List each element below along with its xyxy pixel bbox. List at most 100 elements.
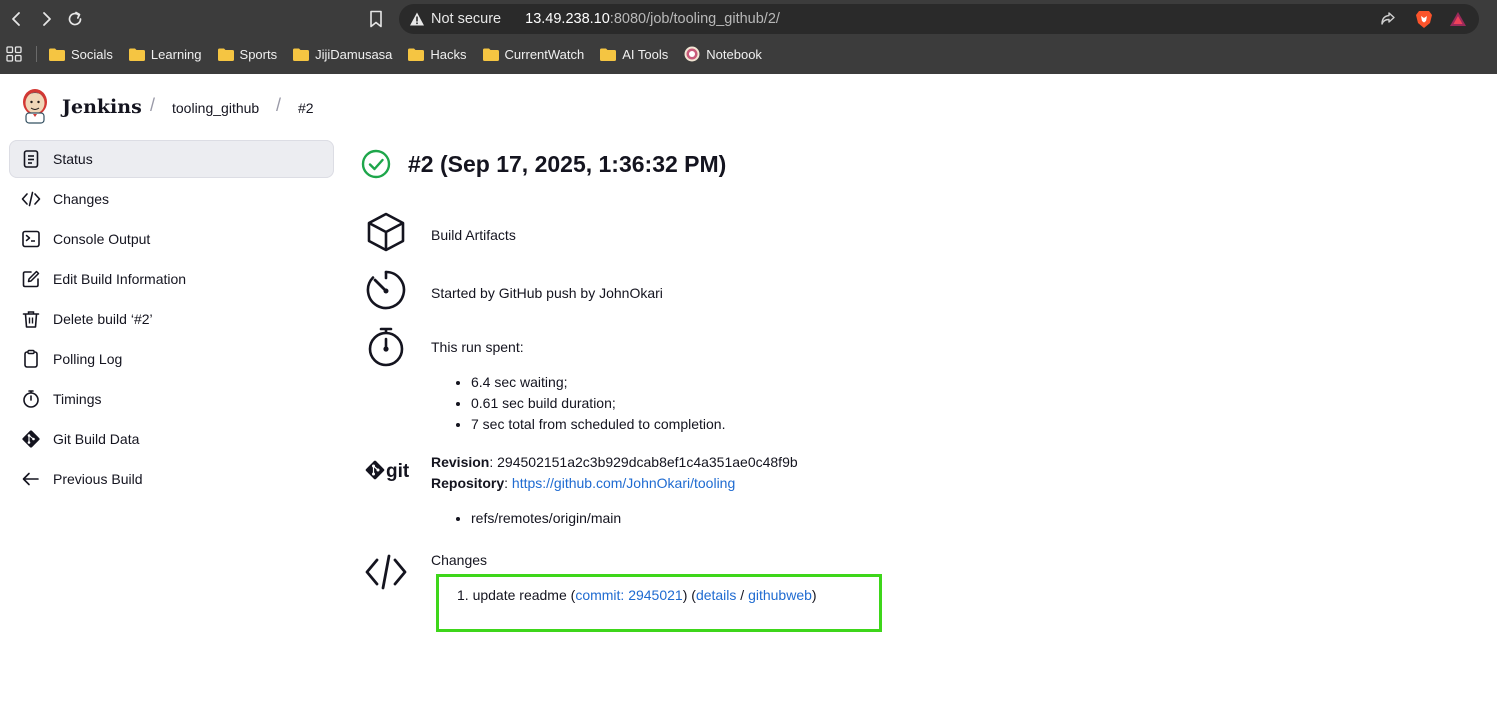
- bookmark-ai-tools[interactable]: AI Tools: [600, 47, 668, 62]
- git-icon: [21, 429, 41, 449]
- bookmark-notebook[interactable]: Notebook: [684, 46, 762, 62]
- folder-icon: [408, 48, 425, 61]
- revision-hash: : 294502151a2c3b929dcab8ef1c4a351ae0c48f…: [489, 454, 798, 470]
- sidebar-item-label: Changes: [53, 191, 110, 207]
- revision-label: Revision: [431, 454, 490, 470]
- trash-icon: [21, 309, 41, 329]
- code-icon: [21, 189, 41, 209]
- sidebar-item-label: Timings: [53, 391, 102, 407]
- forward-icon: [43, 12, 51, 26]
- browser-toolbar: Not secure 13.49.238.10:8080/job/tooling…: [0, 0, 1497, 38]
- bookmarks-bar: Socials Learning Sports JijiDamusasa Hac…: [0, 38, 1497, 70]
- bookmark-jijidamusasa[interactable]: JijiDamusasa: [293, 47, 392, 62]
- app-title[interactable]: Jenkins: [62, 96, 142, 118]
- breadcrumb-job[interactable]: tooling_github: [172, 100, 259, 116]
- list-item: 0.61 sec build duration;: [471, 393, 725, 414]
- reload-button[interactable]: [62, 6, 88, 32]
- clipboard-icon: [21, 349, 41, 369]
- browser-chrome: Not secure 13.49.238.10:8080/job/tooling…: [0, 0, 1497, 74]
- list-item: 7 sec total from scheduled to completion…: [471, 414, 725, 435]
- sidebar-item-label: Git Build Data: [53, 431, 140, 447]
- sidebar-item-edit-build-information[interactable]: Edit Build Information: [9, 260, 334, 298]
- branch-list: refs/remotes/origin/main: [431, 508, 798, 529]
- sidebar: Status Changes Console Output Edit Build…: [9, 140, 334, 500]
- revision-row: Revision: 294502151a2c3b929dcab8ef1c4a35…: [431, 452, 798, 473]
- repository-separator: :: [504, 475, 512, 491]
- share-icon[interactable]: [1379, 10, 1397, 28]
- git-info: Revision: 294502151a2c3b929dcab8ef1c4a35…: [431, 452, 798, 529]
- jenkins-logo-icon[interactable]: [20, 88, 50, 124]
- apps-icon[interactable]: [6, 46, 22, 62]
- bookmark-label: CurrentWatch: [504, 46, 585, 62]
- bookmark-icon[interactable]: [366, 9, 386, 29]
- security-status[interactable]: Not secure: [431, 11, 501, 27]
- folder-icon: [49, 48, 65, 61]
- sidebar-item-changes[interactable]: Changes: [9, 180, 334, 218]
- bookmark-label: Learning: [150, 46, 202, 62]
- forward-button[interactable]: [33, 6, 59, 32]
- breadcrumb-build[interactable]: #2: [298, 100, 314, 116]
- sidebar-item-label: Previous Build: [53, 471, 143, 487]
- started-by-link[interactable]: Started by GitHub push by JohnOkari: [431, 283, 663, 304]
- sidebar-item-label: Console Output: [53, 231, 151, 247]
- sidebar-item-git-build-data[interactable]: Git Build Data: [9, 420, 334, 458]
- folder-icon: [482, 48, 499, 61]
- url-path: :8080/job/tooling_github/2/: [609, 11, 780, 27]
- build-title-row: #2 (Sep 17, 2025, 1:36:32 PM): [360, 148, 726, 180]
- sidebar-item-label: Edit Build Information: [53, 271, 187, 287]
- arrow-left-icon: [21, 469, 41, 489]
- url-host: 13.49.238.10: [525, 11, 610, 27]
- back-button[interactable]: [4, 6, 30, 32]
- terminal-icon: [21, 229, 41, 249]
- sidebar-item-console-output[interactable]: Console Output: [9, 220, 334, 258]
- svg-text:git: git: [386, 461, 410, 482]
- sidebar-item-status[interactable]: Status: [9, 140, 334, 178]
- bookmark-sports[interactable]: Sports: [217, 46, 278, 62]
- stopwatch-icon: [21, 389, 41, 409]
- sidebar-item-delete-build[interactable]: Delete build ‘#2’: [9, 300, 334, 338]
- bookmark-currentwatch[interactable]: CurrentWatch: [482, 46, 585, 62]
- back-icon: [12, 12, 20, 26]
- bookmark-label: Hacks: [430, 46, 467, 62]
- spent-list: 6.4 sec waiting; 0.61 sec build duration…: [431, 372, 725, 435]
- brave-icon[interactable]: [1415, 9, 1433, 29]
- bookmark-label: Notebook: [706, 46, 762, 62]
- sidebar-item-label: Status: [53, 151, 93, 167]
- rewards-icon[interactable]: [1449, 10, 1467, 28]
- folder-icon: [600, 48, 617, 61]
- repository-label: Repository: [431, 475, 505, 491]
- sidebar-item-timings[interactable]: Timings: [9, 380, 334, 418]
- folder-icon: [293, 48, 310, 61]
- warning-icon[interactable]: [409, 11, 425, 27]
- folder-icon: [128, 48, 145, 61]
- spent-title: This run spent:: [431, 339, 524, 355]
- sidebar-item-polling-log[interactable]: Polling Log: [9, 340, 334, 378]
- changes-title: Changes: [431, 552, 488, 568]
- repository-row: Repository: https://github.com/JohnOkari…: [431, 473, 798, 494]
- bookmark-label: JijiDamusasa: [315, 46, 393, 62]
- duration-text: This run spent: 6.4 sec waiting; 0.61 se…: [431, 337, 725, 435]
- code-icon: [365, 554, 407, 590]
- url-text[interactable]: 13.49.238.10:8080/job/tooling_github/2/: [525, 11, 780, 27]
- sidebar-item-label: Polling Log: [53, 351, 123, 367]
- list-item: 6.4 sec waiting;: [471, 372, 725, 393]
- reload-icon: [68, 11, 82, 26]
- build-artifacts-link[interactable]: Build Artifacts: [431, 225, 516, 246]
- list-item: refs/remotes/origin/main: [471, 508, 798, 529]
- bookmark-learning[interactable]: Learning: [128, 46, 202, 62]
- success-check-icon: [361, 149, 391, 179]
- sidebar-item-label: Delete build ‘#2’: [53, 311, 153, 327]
- page-title: #2 (Sep 17, 2025, 1:36:32 PM): [408, 150, 727, 177]
- notebook-icon: [684, 46, 700, 62]
- bookmark-hacks[interactable]: Hacks: [408, 46, 467, 62]
- stopwatch-icon: [368, 327, 404, 367]
- sidebar-item-previous-build[interactable]: Previous Build: [9, 460, 334, 498]
- repository-link[interactable]: https://github.com/JohnOkari/tooling: [512, 475, 735, 491]
- bookmark-socials[interactable]: Socials: [49, 47, 113, 62]
- address-bar[interactable]: Not secure 13.49.238.10:8080/job/tooling…: [399, 4, 1479, 34]
- jenkins-header: Jenkins / tooling_github / #2: [0, 74, 1497, 136]
- status-icon: [21, 149, 41, 169]
- bookmark-label: Sports: [239, 46, 278, 62]
- bookmark-label: AI Tools: [622, 46, 669, 62]
- bookmark-label: Socials: [71, 46, 113, 62]
